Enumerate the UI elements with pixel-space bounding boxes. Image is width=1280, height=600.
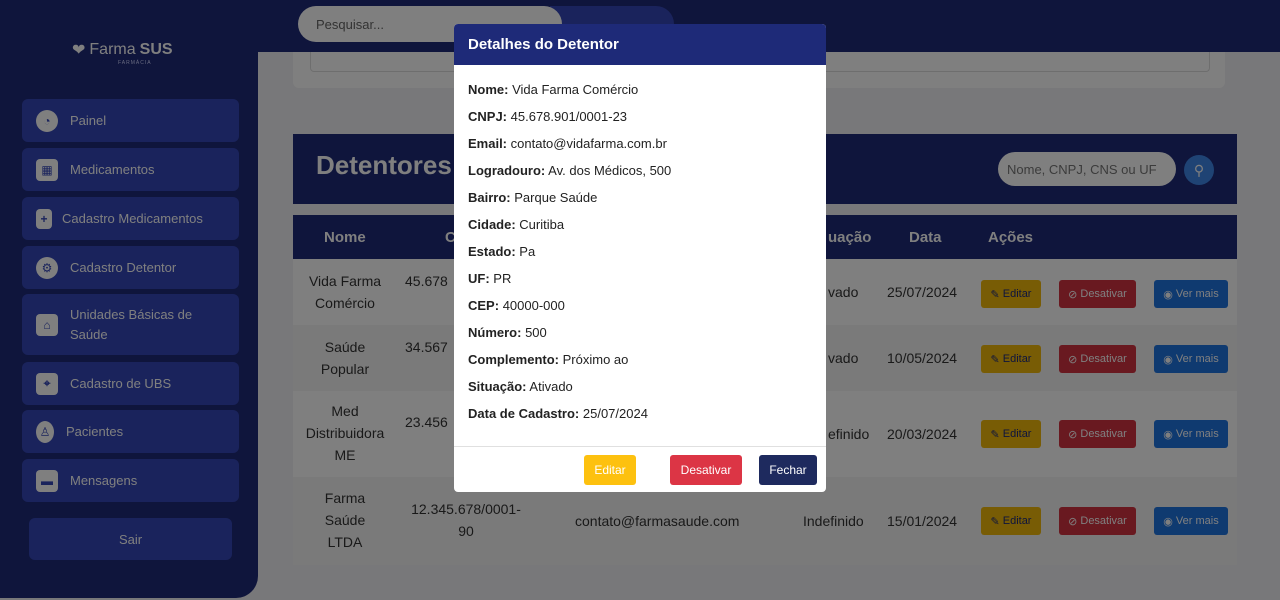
detail-email: Email: contato@vidafarma.com.br [468, 136, 667, 151]
modal-footer-divider [454, 446, 826, 447]
field-value: 25/07/2024 [582, 406, 648, 421]
field-value: Av. dos Médicos, 500 [548, 163, 672, 178]
detail-numero: Número: 500 [468, 325, 547, 340]
field-label: Logradouro: [468, 163, 546, 178]
field-value: PR [493, 271, 512, 286]
field-label: UF: [468, 271, 490, 286]
detail-cep: CEP: 40000-000 [468, 298, 565, 313]
field-value: contato@vidafarma.com.br [510, 136, 667, 151]
field-label: CEP: [468, 298, 500, 313]
detail-situacao: Situação: Ativado [468, 379, 573, 394]
detail-cnpj: CNPJ: 45.678.901/0001-23 [468, 109, 627, 124]
detail-cidade: Cidade: Curitiba [468, 217, 564, 232]
field-label: Email: [468, 136, 508, 151]
details-modal: Detalhes do Detentor Nome: Vida Farma Co… [454, 24, 826, 492]
field-label: Nome: [468, 82, 509, 97]
detail-nome: Nome: Vida Farma Comércio [468, 82, 638, 97]
field-label: Cidade: [468, 217, 516, 232]
detail-complemento: Complemento: Próximo ao [468, 352, 628, 367]
field-value: Parque Saúde [514, 190, 598, 205]
detail-logradouro: Logradouro: Av. dos Médicos, 500 [468, 163, 671, 178]
field-value: Vida Farma Comércio [512, 82, 639, 97]
field-value: Próximo ao [562, 352, 629, 367]
field-value: 45.678.901/0001-23 [510, 109, 628, 124]
modal-edit-button[interactable]: Editar [584, 455, 636, 485]
modal-deactivate-button[interactable]: Desativar [670, 455, 742, 485]
field-label: CNPJ: [468, 109, 508, 124]
detail-estado: Estado: Pa [468, 244, 535, 259]
field-label: Estado: [468, 244, 516, 259]
modal-title: Detalhes do Detentor [454, 24, 826, 65]
field-label: Bairro: [468, 190, 511, 205]
field-value: Ativado [529, 379, 573, 394]
modal-close-button[interactable]: Fechar [759, 455, 817, 485]
field-value: Curitiba [519, 217, 565, 232]
field-value: 40000-000 [502, 298, 565, 313]
field-value: Pa [519, 244, 536, 259]
detail-bairro: Bairro: Parque Saúde [468, 190, 597, 205]
detail-uf: UF: PR [468, 271, 511, 286]
field-label: Número: [468, 325, 522, 340]
field-value: 500 [525, 325, 547, 340]
field-label: Complemento: [468, 352, 559, 367]
detail-data-cadastro: Data de Cadastro: 25/07/2024 [468, 406, 648, 421]
field-label: Data de Cadastro: [468, 406, 580, 421]
field-label: Situação: [468, 379, 527, 394]
